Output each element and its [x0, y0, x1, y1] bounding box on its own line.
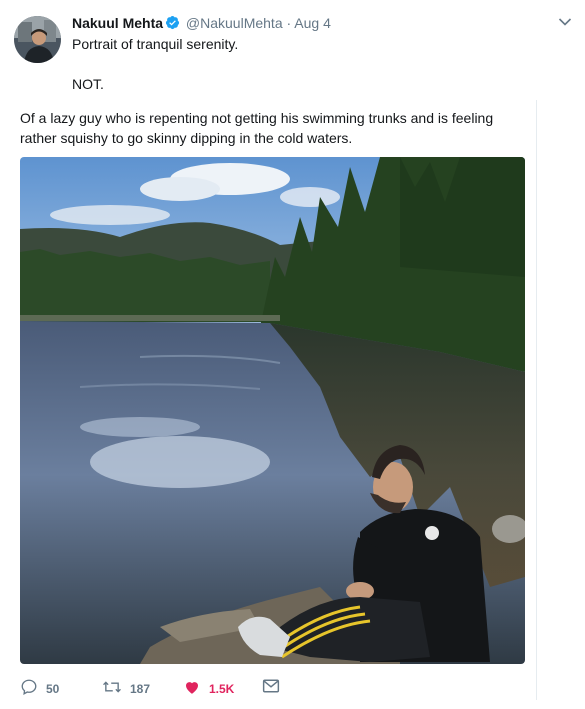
envelope-icon — [262, 678, 288, 697]
avatar[interactable] — [14, 16, 61, 63]
tweet-photo[interactable] — [20, 157, 525, 664]
reply-count: 50 — [46, 681, 60, 696]
like-button[interactable]: 1.5K — [183, 678, 234, 699]
retweet-count: 187 — [130, 681, 151, 696]
tweet-text-line-1: Portrait of tranquil serenity. — [72, 36, 239, 52]
reply-button[interactable]: 50 — [20, 678, 59, 699]
retweet-button[interactable]: 187 — [102, 678, 150, 699]
tweet-card: Nakuul Mehta @NakuulMehta · Aug 4 Portra… — [0, 0, 585, 709]
tweet-actions: 50 187 1.5K — [20, 678, 320, 698]
author-name[interactable]: Nakuul Mehta — [72, 15, 163, 31]
chevron-down-icon[interactable] — [558, 14, 572, 32]
heart-icon — [183, 678, 209, 699]
tweet-text-line-2: NOT. — [72, 76, 104, 92]
tweet-header: Nakuul Mehta @NakuulMehta · Aug 4 — [72, 14, 331, 34]
tweet-text-body: Of a lazy guy who is repenting not getti… — [20, 110, 494, 146]
direct-message-button[interactable] — [262, 678, 288, 697]
author-handle[interactable]: @NakuulMehta — [186, 15, 283, 31]
verified-badge-icon — [165, 15, 180, 34]
reply-icon — [20, 678, 46, 699]
divider — [536, 100, 537, 700]
retweet-icon — [102, 678, 130, 699]
like-count: 1.5K — [209, 681, 235, 696]
separator-dot: · — [286, 15, 292, 31]
tweet-date[interactable]: Aug 4 — [294, 15, 331, 31]
